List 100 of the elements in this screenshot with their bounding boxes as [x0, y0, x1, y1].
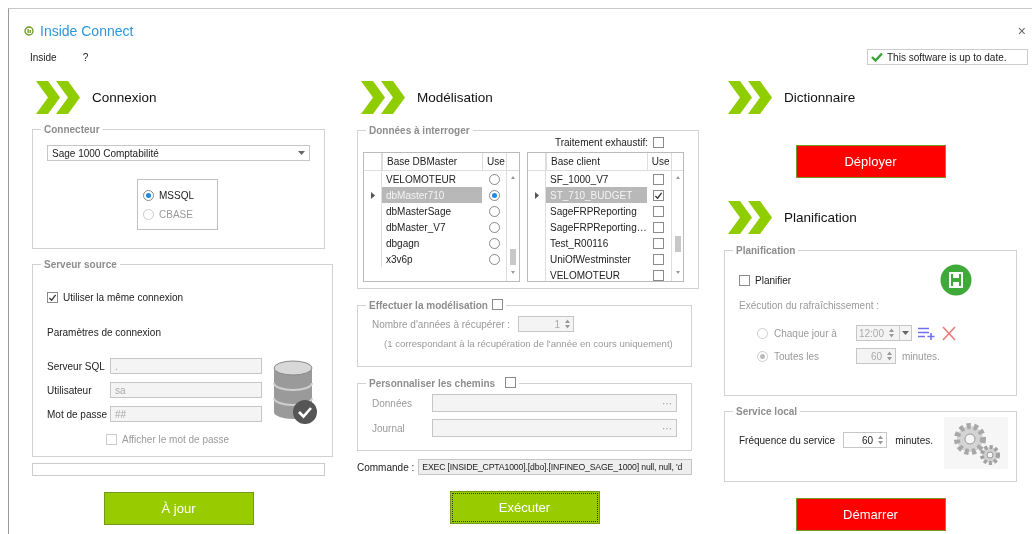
table-row[interactable]: dbgagn [364, 235, 506, 251]
radio-button[interactable] [488, 173, 500, 185]
group-title: Données à interroger [369, 125, 470, 136]
checkbox[interactable] [653, 269, 665, 281]
radio-button[interactable] [757, 327, 768, 339]
field-label: Données [372, 397, 414, 409]
field-label: Fréquence du service [739, 434, 836, 446]
spin-arrows-icon[interactable] [886, 350, 893, 362]
spin-arrows-icon[interactable] [564, 318, 572, 330]
unit-label: minutes. [895, 434, 933, 446]
checkbox[interactable] [491, 299, 503, 310]
field-label: Utilisateur [47, 384, 93, 396]
checkbox-label: Planifier [755, 274, 792, 286]
command-field[interactable]: EXEC [INSIDE_CPTA1000].[dbo].[INFINEO_SAGE_1000] null, null, 'd [418, 459, 692, 475]
checkbox-label: Traitement exhaustif: [555, 137, 648, 148]
table-cell-text: dbMaster_V7 [385, 221, 447, 233]
deploy-button[interactable]: Déployer [795, 145, 946, 178]
spin-arrows-icon[interactable] [888, 327, 895, 339]
list-add-icon[interactable] [918, 326, 936, 340]
table-cell-text: SageFRPReporting [549, 205, 638, 217]
checkbox[interactable] [653, 253, 665, 265]
row-pointer-icon [534, 191, 539, 199]
section-title: Connexion [92, 89, 157, 105]
chevrons-icon [361, 80, 405, 114]
number-field[interactable]: 60 [843, 432, 888, 448]
group-title: Planification [736, 245, 796, 256]
group-title: Effectuer la modélisation [369, 300, 488, 311]
table-row[interactable]: SageFRPReporting [528, 203, 671, 219]
radio-button[interactable] [488, 237, 500, 249]
checkbox[interactable] [739, 274, 750, 286]
table-row[interactable]: UniOfWestminster [528, 251, 671, 267]
checkbox[interactable] [653, 205, 665, 217]
checkbox[interactable] [653, 173, 665, 185]
chevrons-icon [728, 80, 772, 114]
checkbox[interactable] [653, 237, 665, 249]
group-title: Serveur source [44, 259, 117, 270]
radio-button[interactable] [488, 221, 500, 233]
column-header: Base DBMaster [382, 153, 482, 170]
close-button[interactable]: × [1017, 23, 1026, 39]
checkbox[interactable] [106, 434, 117, 445]
checkbox[interactable] [47, 292, 58, 303]
caret-icon[interactable] [902, 331, 909, 335]
table-cell-text: VELOMOTEUR [385, 173, 457, 185]
column-header: Use [482, 153, 506, 170]
hint-text: (1 correspondant à la récupération de l'année en cours uniquement) [384, 338, 674, 349]
checkbox[interactable] [505, 377, 517, 388]
group-title: Personnaliser les chemins [369, 378, 496, 389]
spin-arrows-icon[interactable] [877, 434, 885, 446]
menu-item[interactable]: Inside [30, 51, 57, 63]
checkbox[interactable] [653, 221, 665, 233]
table-row[interactable]: SageFRPReporting… [528, 219, 671, 235]
column-header: Use [646, 153, 671, 170]
field-label: Mot de passe [47, 408, 109, 420]
field-label: Commande : [357, 461, 415, 473]
window-title: Inside Connect [40, 23, 134, 39]
checkbox[interactable] [653, 137, 664, 148]
field-label: Serveur SQL [47, 360, 106, 372]
table-row[interactable]: dbMasterSage [364, 203, 506, 219]
table-row[interactable]: Test_R00116 [528, 235, 671, 251]
field-label: Journal [372, 422, 406, 434]
radio-button[interactable] [757, 350, 768, 362]
section-label: Paramètres de connexion [47, 327, 162, 338]
table-cell-text: SageFRPReporting… [549, 221, 647, 233]
table-row[interactable]: dbMaster_V7 [364, 219, 506, 235]
radio-button[interactable] [488, 205, 500, 217]
chevrons-icon [728, 200, 772, 234]
table-cell-text: x3v6p [385, 253, 414, 265]
chevrons-icon [36, 80, 80, 114]
checkbox-label: Utiliser la même connexion [63, 292, 184, 303]
start-button[interactable]: Démarrer [795, 498, 946, 531]
group-title: Connecteur [44, 124, 100, 135]
table-row[interactable]: x3v6p [364, 251, 506, 267]
section-label: Exécution du rafraîchissement : [739, 300, 881, 311]
radio-label: CBASE [159, 208, 193, 220]
table-cell-text: dbgagn [385, 237, 421, 249]
table-cell-text: UniOfWestminster [549, 253, 632, 265]
menu-item[interactable]: ? [82, 51, 89, 63]
checkmark-icon [871, 52, 883, 62]
radio-label: Chaque jour à [774, 327, 838, 339]
checkbox[interactable] [653, 189, 665, 201]
table-cell-text: VELOMOTEUR [549, 269, 621, 281]
app-logo-icon [24, 26, 34, 36]
table-cell: ST_710_BUDGET [546, 187, 647, 203]
radio-button[interactable] [488, 253, 500, 265]
radio-label: MSSQL [159, 189, 194, 201]
section-title: Dictionnaire [784, 89, 856, 105]
radio-button[interactable] [488, 189, 500, 201]
checkbox-label: Afficher le mot de passe [122, 434, 230, 445]
section-title: Modélisation [417, 89, 493, 105]
table-row[interactable]: VELOMOTEUR [528, 267, 671, 281]
row-pointer-icon [370, 191, 375, 199]
table-cell-text: dbMasterSage [385, 205, 453, 217]
save-icon[interactable] [940, 264, 972, 296]
section-title: Planification [784, 209, 857, 225]
delete-icon[interactable] [942, 325, 956, 341]
table-cell: dbMaster710 [382, 187, 482, 203]
gears-icon [944, 417, 1008, 469]
radio-button[interactable] [143, 189, 154, 201]
caret-icon[interactable] [298, 151, 305, 155]
connector-dropdown[interactable]: Sage 1000 Comptabilité [47, 145, 310, 161]
